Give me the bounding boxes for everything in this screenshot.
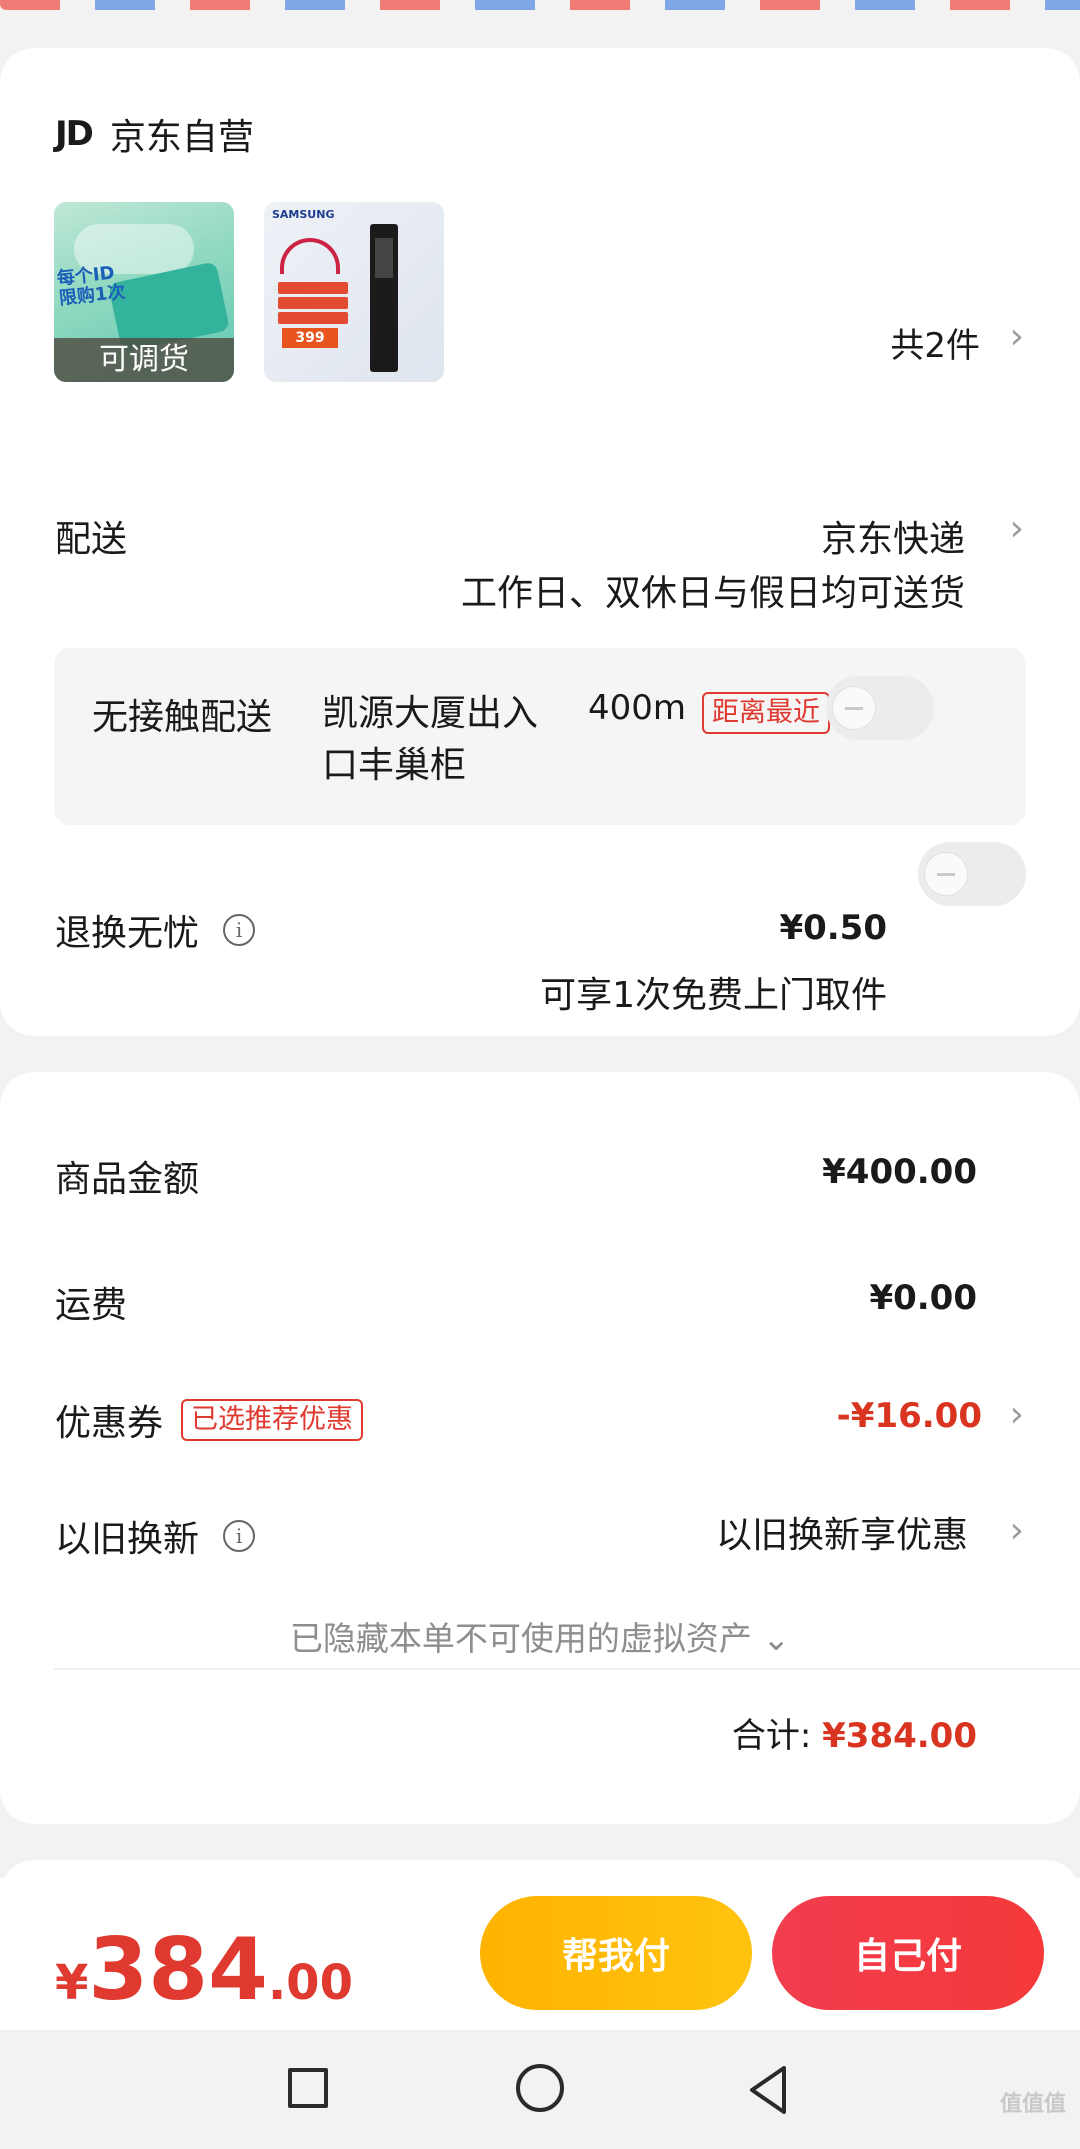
self-pay-button[interactable]: 自己付 xyxy=(772,1896,1044,2010)
store-header: JD 京东自营 xyxy=(55,108,254,160)
brand-logo: SAMSUNG xyxy=(272,208,335,221)
store-name: 京东自营 xyxy=(109,117,254,158)
transfer-tag: 可调货 xyxy=(54,338,234,382)
coupon-badge: 已选推荐优惠 xyxy=(181,1399,364,1441)
product-thumbnail[interactable]: SAMSUNG 399 xyxy=(264,202,444,382)
total-value: ¥384.00 xyxy=(822,1716,977,1756)
tradein-row: 以旧换新 i xyxy=(55,1510,256,1562)
home-icon[interactable] xyxy=(516,2064,564,2112)
airmail-border xyxy=(0,0,1080,10)
goods-amount-label: 商品金额 xyxy=(55,1159,200,1200)
total-row: 合计: ¥384.00 xyxy=(732,1708,977,1757)
return-service-row: 退换无忧 i xyxy=(55,904,256,956)
return-service-toggle[interactable] xyxy=(918,842,1026,906)
chevron-right-icon[interactable]: › xyxy=(1010,1510,1024,1551)
jd-logo-icon: JD xyxy=(55,114,94,154)
payment-bar: ¥384.00 帮我付 自己付 xyxy=(0,1878,1080,2030)
chevron-right-icon[interactable]: › xyxy=(1010,1394,1024,1435)
recent-apps-icon[interactable] xyxy=(288,2068,328,2108)
chevron-right-icon[interactable]: › xyxy=(1010,316,1024,357)
nearest-badge: 距离最近 xyxy=(702,692,830,734)
shipping-value: ¥0.00 xyxy=(869,1278,977,1318)
promo-text: 每个ID 限购1次 xyxy=(55,262,127,310)
toggle-knob xyxy=(924,852,968,896)
chevron-right-icon[interactable]: › xyxy=(1010,508,1024,549)
thumb-price: 399 xyxy=(282,328,338,348)
pay-amount: ¥384.00 xyxy=(55,1920,353,2020)
coupon-value[interactable]: -¥16.00 xyxy=(837,1396,982,1436)
contactless-toggle[interactable] xyxy=(826,676,934,740)
pickup-distance: 400m xyxy=(588,688,687,728)
goods-amount-value: ¥400.00 xyxy=(822,1152,977,1192)
coupon-label: 优惠券 xyxy=(55,1403,164,1444)
info-icon[interactable]: i xyxy=(223,1520,256,1552)
delivery-label: 配送 xyxy=(55,519,128,560)
pickup-address: 凯源大厦出入口丰巢柜 xyxy=(322,693,539,786)
ssd-image xyxy=(370,224,398,372)
delivery-method[interactable]: 京东快递 xyxy=(821,510,965,562)
info-icon[interactable]: i xyxy=(223,914,256,946)
hidden-assets-toggle[interactable]: 已隐藏本单不可使用的虚拟资产 ⌄ xyxy=(0,1612,1080,1660)
watermark: 值值值 xyxy=(999,2092,1066,2117)
system-nav-bar: 值值值 xyxy=(0,2030,1080,2149)
product-thumbnail[interactable]: 每个ID 限购1次 可调货 xyxy=(54,202,234,382)
contactless-label: 无接触配送 xyxy=(92,697,273,738)
tradein-value[interactable]: 以旧换新享优惠 xyxy=(716,1506,968,1558)
item-count[interactable]: 共2件 xyxy=(890,318,980,367)
total-label: 合计: xyxy=(731,1716,812,1756)
tradein-label: 以旧换新 xyxy=(55,1519,200,1560)
toggle-knob xyxy=(832,686,876,730)
contactless-delivery-box: 无接触配送 凯源大厦出入口丰巢柜 400m 距离最近 xyxy=(54,648,1026,825)
return-service-label: 退换无忧 xyxy=(55,913,200,954)
help-pay-button[interactable]: 帮我付 xyxy=(480,1896,752,2010)
speed-gauge-icon xyxy=(280,238,340,274)
coupon-row[interactable]: 优惠券 已选推荐优惠 xyxy=(55,1394,364,1446)
back-icon[interactable] xyxy=(746,2064,790,2116)
delivery-schedule: 工作日、双休日与假日均可送货 xyxy=(460,573,965,614)
return-service-price: ¥0.50 xyxy=(779,908,887,948)
return-service-desc: 可享1次免费上门取件 xyxy=(540,975,887,1016)
divider xyxy=(54,1668,1080,1670)
shipping-label: 运费 xyxy=(55,1285,128,1326)
order-card: JD 京东自营 每个ID 限购1次 可调货 SAMSUNG 399 共2件 › … xyxy=(0,48,1080,1036)
